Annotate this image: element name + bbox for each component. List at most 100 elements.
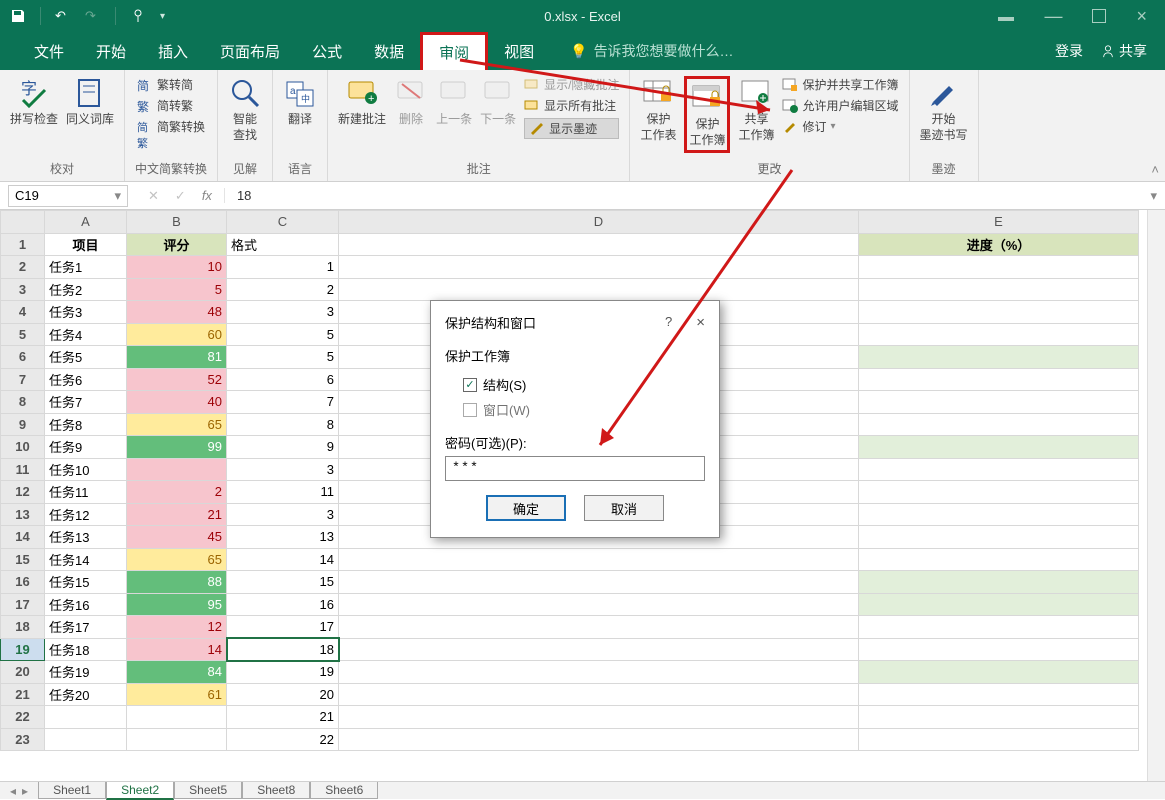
- cell[interactable]: 任务8: [45, 413, 127, 436]
- cell[interactable]: 任务17: [45, 616, 127, 639]
- formula-expand-icon[interactable]: ▾: [1142, 188, 1165, 204]
- touch-mode-icon[interactable]: [130, 8, 146, 24]
- minimize-icon[interactable]: —: [1044, 6, 1062, 27]
- cell[interactable]: 任务4: [45, 323, 127, 346]
- name-box-dropdown-icon[interactable]: ▾: [114, 188, 121, 204]
- row-header[interactable]: 14: [1, 526, 45, 549]
- row-header[interactable]: 16: [1, 571, 45, 594]
- tab-insert[interactable]: 插入: [142, 32, 204, 70]
- cell[interactable]: 7: [227, 391, 339, 414]
- cell[interactable]: 任务19: [45, 661, 127, 684]
- cell[interactable]: 15: [227, 571, 339, 594]
- start-ink-button[interactable]: 开始 墨迹书写: [920, 76, 968, 143]
- ok-button[interactable]: 确定: [486, 495, 566, 521]
- cell[interactable]: 88: [127, 571, 227, 594]
- cell[interactable]: 48: [127, 301, 227, 324]
- ribbon-options-icon[interactable]: [998, 11, 1014, 21]
- cell[interactable]: 60: [127, 323, 227, 346]
- cell[interactable]: 21: [227, 706, 339, 729]
- show-all-comments-button[interactable]: 显示所有批注: [524, 97, 619, 114]
- row-header[interactable]: 15: [1, 548, 45, 571]
- row-header[interactable]: 8: [1, 391, 45, 414]
- cell[interactable]: 任务11: [45, 481, 127, 504]
- cell[interactable]: 81: [127, 346, 227, 369]
- row-header[interactable]: 5: [1, 323, 45, 346]
- cell[interactable]: 任务7: [45, 391, 127, 414]
- cell[interactable]: 40: [127, 391, 227, 414]
- cell[interactable]: 2: [127, 481, 227, 504]
- cell[interactable]: 21: [127, 503, 227, 526]
- cell[interactable]: 17: [227, 616, 339, 639]
- cell[interactable]: 5: [227, 323, 339, 346]
- tab-review[interactable]: 审阅: [420, 32, 488, 70]
- row-header[interactable]: 7: [1, 368, 45, 391]
- name-box[interactable]: C19▾: [8, 185, 128, 207]
- spell-check-button[interactable]: 字拼写检查: [10, 76, 58, 128]
- col-header-D[interactable]: D: [339, 211, 859, 234]
- cell[interactable]: 进度（%）: [859, 233, 1139, 256]
- cell[interactable]: 84: [127, 661, 227, 684]
- cell[interactable]: [339, 616, 859, 639]
- cell[interactable]: [859, 526, 1139, 549]
- close-icon[interactable]: ×: [1136, 6, 1147, 27]
- sheet-tab[interactable]: Sheet5: [174, 782, 242, 799]
- dialog-close-icon[interactable]: ×: [696, 314, 705, 331]
- cell[interactable]: [127, 728, 227, 751]
- cell[interactable]: 2: [227, 278, 339, 301]
- cancel-button[interactable]: 取消: [584, 495, 664, 521]
- cell[interactable]: [339, 256, 859, 279]
- cell[interactable]: 任务10: [45, 458, 127, 481]
- cell[interactable]: 任务13: [45, 526, 127, 549]
- cell[interactable]: 任务12: [45, 503, 127, 526]
- vertical-scrollbar[interactable]: [1147, 210, 1165, 781]
- cell[interactable]: 9: [227, 436, 339, 459]
- cell[interactable]: [45, 728, 127, 751]
- cell[interactable]: 5: [227, 346, 339, 369]
- allow-edit-ranges-button[interactable]: 允许用户编辑区域: [782, 97, 898, 114]
- cell[interactable]: 评分: [127, 233, 227, 256]
- sheet-tab-active[interactable]: Sheet2: [106, 782, 174, 800]
- cell[interactable]: [859, 413, 1139, 436]
- cell[interactable]: 14: [227, 548, 339, 571]
- cell[interactable]: 任务1: [45, 256, 127, 279]
- cell[interactable]: 任务9: [45, 436, 127, 459]
- cell[interactable]: 任务20: [45, 683, 127, 706]
- cell[interactable]: [339, 683, 859, 706]
- protect-sheet-button[interactable]: 保护 工作表: [640, 76, 676, 143]
- cell[interactable]: 14: [127, 638, 227, 661]
- cell[interactable]: 任务6: [45, 368, 127, 391]
- cell[interactable]: 3: [227, 301, 339, 324]
- row-header[interactable]: 18: [1, 616, 45, 639]
- cell[interactable]: [859, 503, 1139, 526]
- cell[interactable]: 12: [127, 616, 227, 639]
- share-workbook-button[interactable]: 共享 工作簿: [738, 76, 774, 143]
- formula-input[interactable]: 18: [224, 188, 1143, 203]
- cell[interactable]: [859, 638, 1139, 661]
- cell[interactable]: 1: [227, 256, 339, 279]
- tab-view[interactable]: 视图: [488, 32, 550, 70]
- cell[interactable]: 8: [227, 413, 339, 436]
- row-header[interactable]: 3: [1, 278, 45, 301]
- maximize-icon[interactable]: [1092, 9, 1106, 23]
- tab-data[interactable]: 数据: [358, 32, 420, 70]
- redo-icon[interactable]: ↷: [85, 8, 101, 24]
- row-header[interactable]: 10: [1, 436, 45, 459]
- row-header[interactable]: 2: [1, 256, 45, 279]
- tab-formula[interactable]: 公式: [296, 32, 358, 70]
- row-header[interactable]: 17: [1, 593, 45, 616]
- cell[interactable]: [859, 706, 1139, 729]
- cell[interactable]: [859, 346, 1139, 369]
- cell[interactable]: 任务14: [45, 548, 127, 571]
- cell[interactable]: [339, 728, 859, 751]
- cell[interactable]: 99: [127, 436, 227, 459]
- row-header[interactable]: 4: [1, 301, 45, 324]
- row-header[interactable]: 12: [1, 481, 45, 504]
- cell[interactable]: [859, 593, 1139, 616]
- row-header[interactable]: 1: [1, 233, 45, 256]
- tab-file[interactable]: 文件: [18, 32, 80, 70]
- protect-share-button[interactable]: 保护并共享工作簿: [782, 76, 898, 93]
- cell[interactable]: 95: [127, 593, 227, 616]
- new-comment-button[interactable]: +新建批注: [338, 76, 386, 128]
- fx-icon[interactable]: fx: [202, 188, 212, 203]
- row-header[interactable]: 9: [1, 413, 45, 436]
